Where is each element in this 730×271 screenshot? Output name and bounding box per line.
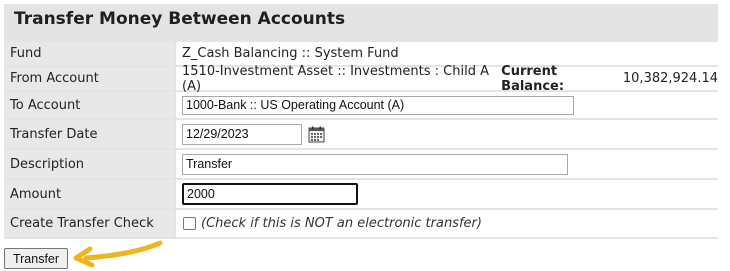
description-label: Description: [4, 150, 174, 178]
to-account-label: To Account: [4, 92, 174, 118]
transfer-check-label: Create Transfer Check: [4, 210, 174, 237]
description-cell: Transfer: [176, 150, 718, 178]
description-row: Description Transfer: [4, 150, 718, 178]
transfer-date-row: Transfer Date 12/29/2023: [4, 120, 718, 148]
transfer-check-checkbox[interactable]: [183, 217, 196, 230]
from-account-label: From Account: [4, 67, 174, 90]
fund-value: Z_Cash Balancing :: System Fund: [176, 42, 718, 65]
amount-cell: 2000: [176, 180, 718, 208]
calendar-icon[interactable]: [308, 126, 325, 143]
transfer-check-row: Create Transfer Check (Check if this is …: [4, 210, 718, 237]
arrow-left-icon: [73, 240, 163, 268]
transfer-check-note: (Check if this is NOT an electronic tran…: [201, 216, 482, 231]
from-account-value: 1510-Investment Asset :: Investments : C…: [182, 63, 489, 94]
fund-row: Fund Z_Cash Balancing :: System Fund: [4, 42, 718, 65]
to-account-input[interactable]: 1000-Bank :: US Operating Account (A): [182, 95, 574, 115]
transfer-date-label: Transfer Date: [4, 120, 174, 148]
amount-input[interactable]: 2000: [182, 183, 358, 205]
from-account-cell: 1510-Investment Asset :: Investments : C…: [176, 64, 718, 94]
transfer-date-cell: 12/29/2023: [176, 120, 718, 148]
page-title: Transfer Money Between Accounts: [14, 9, 346, 29]
transfer-button[interactable]: Transfer: [4, 248, 68, 269]
description-input[interactable]: Transfer: [182, 153, 568, 175]
to-account-cell: 1000-Bank :: US Operating Account (A): [176, 92, 718, 118]
from-account-row: From Account 1510-Investment Asset :: In…: [4, 64, 718, 94]
amount-row: Amount 2000: [4, 180, 718, 208]
current-balance-value: 10,382,924.14: [622, 71, 718, 86]
to-account-row: To Account 1000-Bank :: US Operating Acc…: [4, 92, 718, 118]
transfer-check-cell: (Check if this is NOT an electronic tran…: [176, 210, 718, 237]
transfer-date-input[interactable]: 12/29/2023: [182, 123, 302, 145]
current-balance-label: Current Balance:: [501, 63, 565, 94]
fund-label: Fund: [4, 42, 174, 65]
amount-label: Amount: [4, 180, 174, 208]
